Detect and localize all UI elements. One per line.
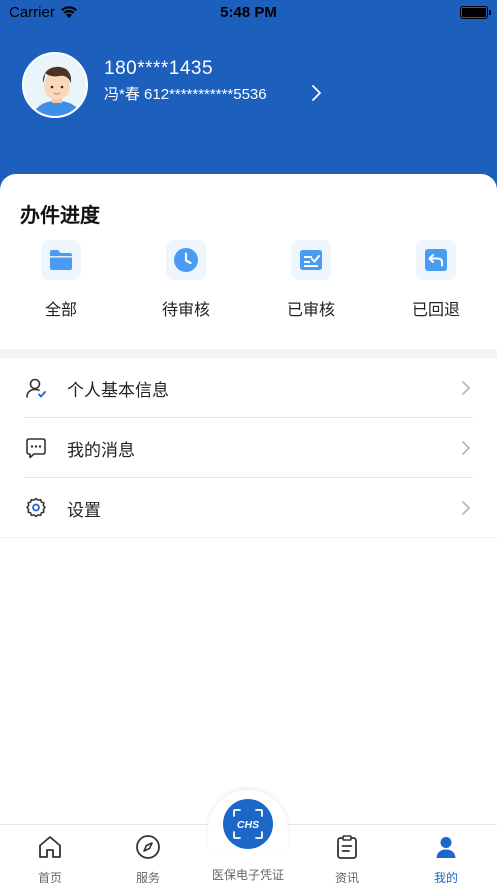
tab-home[interactable]: 首页 <box>10 825 90 883</box>
menu-item-messages[interactable]: 我的消息 <box>0 418 497 478</box>
menu-divider <box>0 537 497 538</box>
chat-bubble-icon <box>26 438 46 459</box>
clipboard-icon <box>337 835 357 859</box>
chevron-right-icon <box>462 381 470 395</box>
menu-label: 我的消息 <box>67 441 135 461</box>
menu-label: 设置 <box>67 501 101 521</box>
progress-pending[interactable]: 待审核 <box>141 240 231 320</box>
chevron-right-icon <box>462 501 470 515</box>
progress-card: 办件进度 全部 待审核 已审核 已回退 <box>0 174 497 349</box>
tab-services[interactable]: 服务 <box>108 825 188 883</box>
chs-scan-icon[interactable]: CHS <box>223 799 273 849</box>
checked-document-icon <box>291 240 331 280</box>
progress-all[interactable]: 全部 <box>16 240 106 320</box>
gear-icon <box>26 497 46 518</box>
progress-label: 全部 <box>44 300 77 319</box>
tab-label: 资讯 <box>334 871 359 883</box>
profile-phone[interactable]: 180****1435 <box>104 58 213 80</box>
user-verified-icon <box>26 378 46 398</box>
status-bar: Carrier 5:48 PM <box>0 0 497 26</box>
scan-frame-icon: CHS <box>233 809 263 839</box>
chevron-right-icon[interactable] <box>309 84 323 102</box>
clock-icon <box>166 240 206 280</box>
avatar-illustration <box>24 54 86 116</box>
menu-item-personal-info[interactable]: 个人基本信息 <box>0 358 497 418</box>
tab-label: 我的 <box>433 871 458 883</box>
tab-label: 首页 <box>37 871 62 883</box>
progress-returned[interactable]: 已回退 <box>391 240 481 320</box>
progress-label: 已审核 <box>286 300 335 319</box>
progress-title: 办件进度 <box>20 203 100 227</box>
chevron-right-icon <box>462 441 470 455</box>
menu-item-settings[interactable]: 设置 <box>0 478 497 538</box>
tab-news[interactable]: 资讯 <box>307 825 387 883</box>
profile-header: Carrier 5:48 PM 180****1435 冯*春 612*****… <box>0 0 497 200</box>
status-time: 5:48 PM <box>220 4 277 21</box>
battery-icon <box>460 6 491 19</box>
section-divider <box>0 349 497 358</box>
tab-label: 服务 <box>135 871 160 883</box>
home-icon <box>39 836 61 858</box>
tab-label-e-voucher[interactable]: 医保电子凭证 <box>188 866 308 883</box>
chs-badge-text: CHS <box>237 819 259 831</box>
progress-label: 待审核 <box>161 300 210 319</box>
person-icon <box>436 837 456 858</box>
profile-id-info[interactable]: 冯*春 612***********5536 <box>104 83 267 104</box>
progress-approved[interactable]: 已审核 <box>266 240 356 320</box>
progress-label: 已回退 <box>411 300 460 319</box>
compass-icon <box>136 835 160 859</box>
tab-mine[interactable]: 我的 <box>406 825 486 883</box>
folder-icon <box>41 240 81 280</box>
avatar[interactable] <box>22 52 88 118</box>
return-arrow-icon <box>416 240 456 280</box>
menu-label: 个人基本信息 <box>67 381 169 401</box>
